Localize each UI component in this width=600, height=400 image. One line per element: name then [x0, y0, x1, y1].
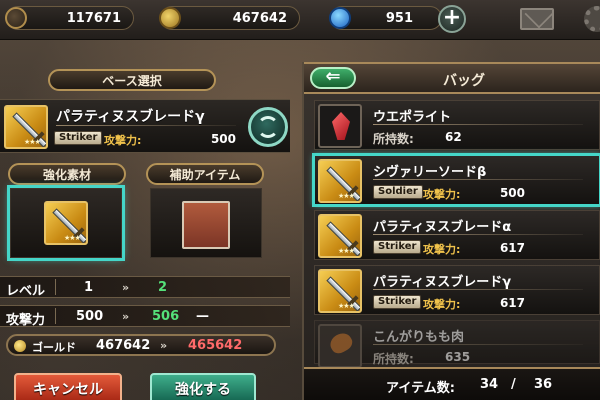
- sword-icon: ★★★: [318, 269, 362, 313]
- meat-icon: [318, 324, 362, 368]
- cancel-button[interactable]: キャンセル: [14, 373, 122, 400]
- bag-item[interactable]: ウエポライト 所持数: 62: [314, 100, 600, 150]
- arrow-icon: »: [122, 310, 130, 323]
- back-button[interactable]: ⇐: [310, 67, 356, 89]
- attack-label: 攻撃力:: [423, 188, 461, 201]
- mail-icon[interactable]: [520, 8, 554, 30]
- sword-icon: ★★★: [44, 201, 88, 245]
- material-header: 強化素材: [8, 163, 126, 185]
- gold-cost-row: ゴールド 467642 » 465642: [6, 334, 276, 356]
- base-select-header: ベース選択: [48, 69, 216, 91]
- base-item-name: パラティヌスブレードγ: [56, 109, 205, 125]
- item-name: ウエポライト: [373, 110, 452, 125]
- capacity-count: 34: [480, 377, 499, 392]
- attack-value: 500: [499, 186, 525, 200]
- divider: [373, 234, 583, 235]
- capacity-max: 36: [534, 377, 553, 392]
- divider: [55, 308, 56, 324]
- divider: [56, 125, 236, 126]
- attack-value: 500: [210, 132, 236, 146]
- top-resource-bar: 117671 467642 951 +: [0, 0, 600, 40]
- bag-panel: ⇐ バッグ ウエポライト 所持数: 62 ★★★ シヴァリーソードβ Soldi…: [302, 62, 600, 400]
- swap-base-button[interactable]: [248, 107, 288, 147]
- divider: [373, 124, 583, 125]
- resource-value: 117671: [66, 10, 121, 26]
- bag-item-selected[interactable]: ★★★ シヴァリーソードβ Soldier 攻撃力: 500: [314, 155, 600, 205]
- enhance-button[interactable]: 強化する: [150, 373, 256, 400]
- attack-row: 攻撃力 500 » 506 —: [0, 305, 290, 328]
- gem-value: 951: [385, 10, 413, 26]
- level-label: レベル: [6, 284, 46, 299]
- divider: [373, 289, 583, 290]
- base-item-card[interactable]: ★★★ パラティヌスブレードγ Striker 攻撃力: 500: [0, 99, 290, 153]
- item-count: 635: [445, 350, 471, 364]
- ring-icon: [5, 7, 27, 29]
- gold-coin-icon: [159, 7, 181, 29]
- bag-capacity-bar: アイテム数: 34 / 36: [304, 367, 600, 400]
- bag-header: ⇐ バッグ: [304, 62, 600, 94]
- attack-label: 攻撃力:: [423, 243, 461, 256]
- bag-item[interactable]: ★★★ パラティヌスブレードγ Striker 攻撃力: 617: [314, 265, 600, 315]
- gem-icon: [329, 7, 351, 29]
- red-crystal-icon: [318, 104, 362, 148]
- class-tag: Striker: [54, 131, 103, 145]
- bag-item[interactable]: ★★★ パラティヌスブレードα Striker 攻撃力: 617: [314, 210, 600, 260]
- add-gems-button[interactable]: +: [438, 5, 466, 33]
- item-name: シヴァリーソードβ: [373, 165, 487, 180]
- attack-from: 500: [76, 309, 104, 324]
- support-item-header: 補助アイテム: [146, 163, 264, 185]
- attack-label: 攻撃力:: [423, 298, 461, 311]
- sword-icon: ★★★: [318, 214, 362, 258]
- level-to: 2: [158, 280, 168, 295]
- gold-coin-icon: [14, 340, 26, 352]
- capacity-slash: /: [511, 377, 516, 392]
- gold-from: 467642: [96, 338, 151, 353]
- item-count-label: 所持数:: [373, 352, 414, 366]
- item-name: パラティヌスブレードγ: [373, 275, 512, 290]
- support-item-slot[interactable]: [150, 188, 262, 258]
- item-name: パラティヌスブレードα: [373, 220, 512, 235]
- divider: [55, 279, 56, 295]
- arrow-icon: »: [160, 339, 168, 352]
- bag-title: バッグ: [443, 73, 485, 89]
- class-tag: Striker: [373, 295, 422, 309]
- divider: [373, 344, 583, 345]
- attack-label: 攻撃力: [6, 313, 46, 328]
- level-row: レベル 1 » 2: [0, 276, 290, 299]
- sword-icon: ★★★: [4, 105, 48, 149]
- bag-item[interactable]: こんがりもも肉 所持数: 635: [314, 320, 600, 368]
- attack-diff: —: [196, 309, 209, 324]
- attack-value: 617: [499, 296, 525, 310]
- class-tag: Soldier: [373, 185, 423, 199]
- gold-counter: 467642: [159, 6, 300, 30]
- attack-label: 攻撃力:: [104, 134, 142, 147]
- gear-icon[interactable]: [584, 6, 600, 32]
- empty-item-icon: [182, 201, 230, 249]
- gold-value: 467642: [232, 10, 287, 26]
- material-slot[interactable]: ★★★: [10, 188, 122, 258]
- item-count: 62: [445, 130, 462, 144]
- arrow-icon: »: [122, 281, 130, 294]
- attack-value: 617: [499, 241, 525, 255]
- gold-label: ゴールド: [32, 341, 76, 354]
- sword-icon: ★★★: [318, 159, 362, 203]
- refresh-icon: [257, 116, 279, 138]
- divider: [373, 179, 583, 180]
- item-name: こんがりもも肉: [373, 330, 465, 345]
- attack-to: 506: [152, 309, 180, 324]
- capacity-label: アイテム数:: [386, 381, 455, 396]
- gem-counter: 951: [329, 6, 442, 30]
- item-count-label: 所持数:: [373, 132, 414, 146]
- class-tag: Striker: [373, 240, 422, 254]
- resource-counter: 117671: [5, 6, 134, 30]
- gold-to: 465642: [188, 338, 243, 353]
- level-from: 1: [84, 280, 94, 295]
